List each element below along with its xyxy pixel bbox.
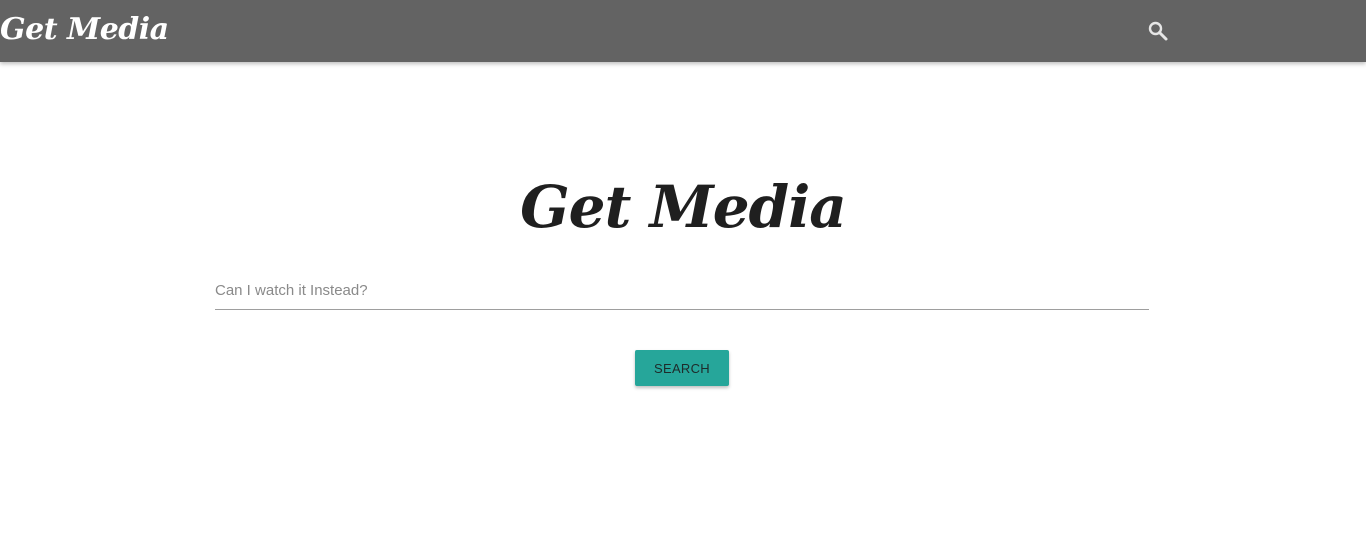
top-navbar: Get Media — [0, 0, 1366, 62]
brand-logo[interactable]: Get Media — [0, 8, 169, 52]
page-title: Get Media — [520, 173, 847, 241]
search-input[interactable] — [215, 272, 1149, 310]
search-button[interactable]: SEARCH — [635, 350, 729, 386]
main-content: Get Media SEARCH — [0, 62, 1366, 546]
search-icon[interactable] — [1146, 19, 1170, 43]
